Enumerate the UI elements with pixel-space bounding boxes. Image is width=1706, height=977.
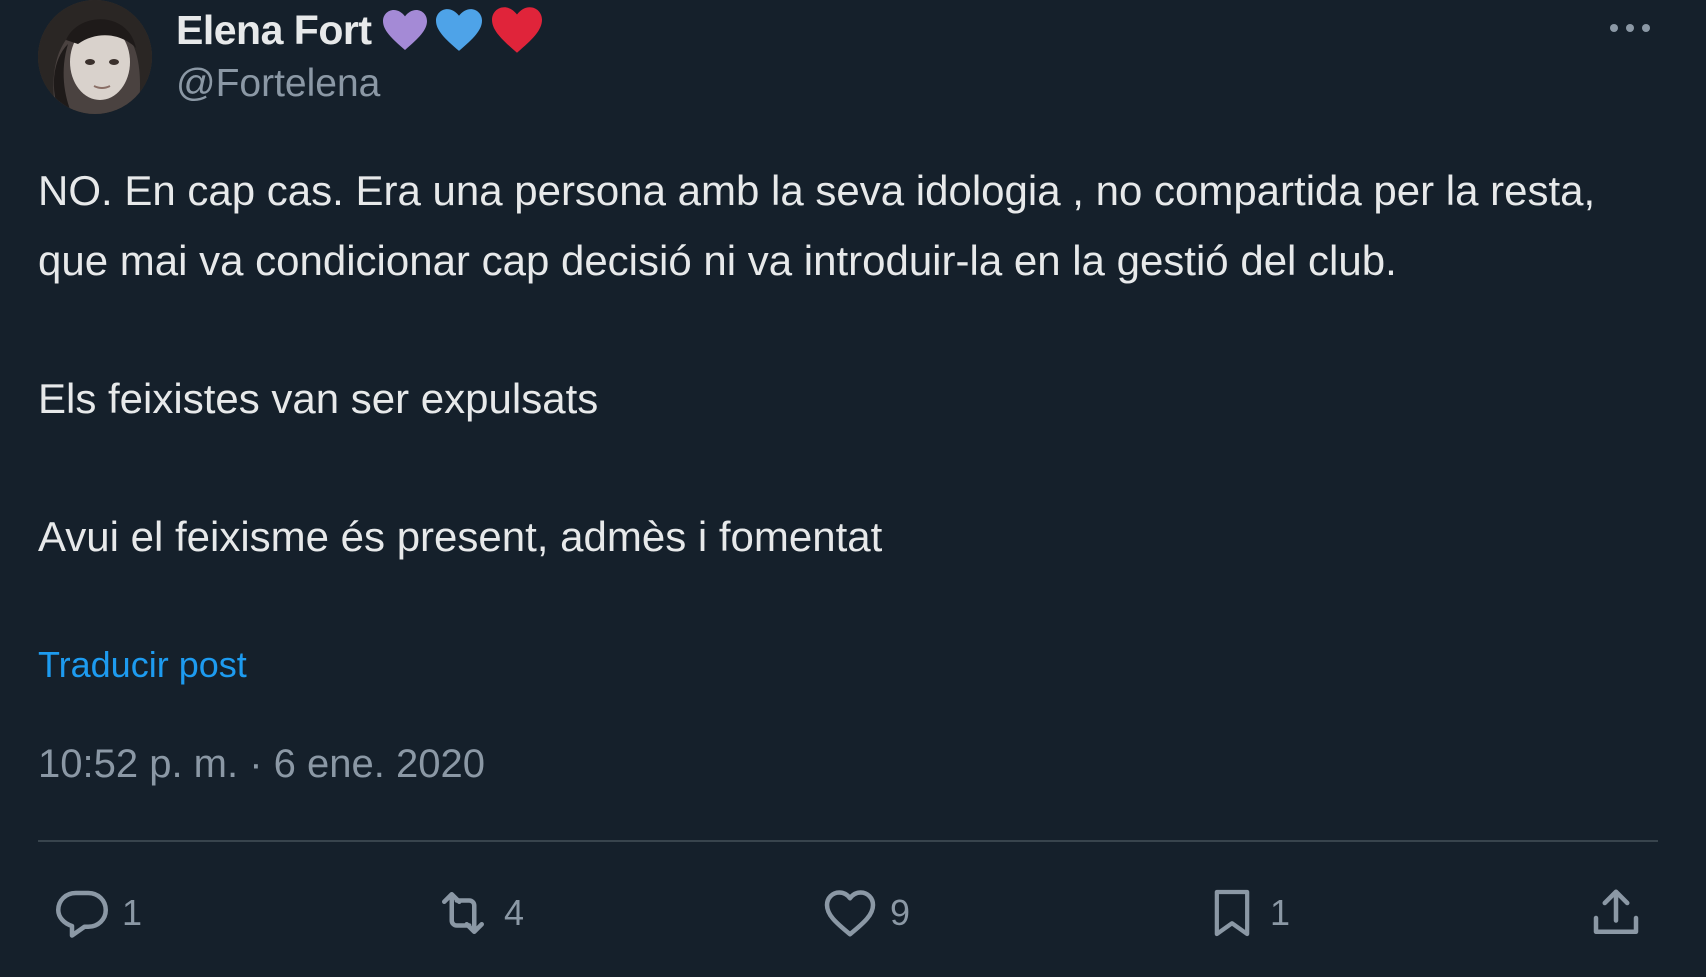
more-icon <box>1608 21 1652 39</box>
post-card: Elena Fort @Fortelena NO. En cap cas. Er… <box>0 0 1706 977</box>
repost-count: 4 <box>504 892 525 933</box>
share-icon <box>1586 883 1646 943</box>
like-button[interactable]: 9 <box>820 878 910 948</box>
divider <box>38 840 1658 842</box>
display-name[interactable]: Elena Fort <box>176 7 372 54</box>
action-bar: 1 4 9 1 <box>0 878 1706 948</box>
name-emojis <box>381 5 545 55</box>
post-timestamp[interactable]: 10:52 p. m. · 6 ene. 2020 <box>38 742 485 787</box>
author-name-row: Elena Fort <box>176 2 545 58</box>
post-paragraph: Els feixistes van ser expulsats <box>38 375 599 422</box>
repost-icon <box>432 883 494 943</box>
avatar[interactable] <box>38 0 152 114</box>
red-heart-icon <box>489 5 545 55</box>
share-button[interactable] <box>1586 878 1646 948</box>
translate-post-link[interactable]: Traducir post <box>38 644 247 686</box>
bookmark-button[interactable]: 1 <box>1204 878 1290 948</box>
author-handle[interactable]: @Fortelena <box>176 62 380 106</box>
more-options-button[interactable] <box>1600 10 1660 50</box>
post-paragraph: Avui el feixisme és present, admès i fom… <box>38 513 883 560</box>
purple-heart-icon <box>381 8 429 52</box>
post-paragraph: NO. En cap cas. Era una persona amb la s… <box>38 167 1596 284</box>
bookmark-count: 1 <box>1270 892 1291 933</box>
like-count: 9 <box>890 892 911 933</box>
heart-icon <box>820 883 880 943</box>
bookmark-icon <box>1204 882 1260 944</box>
repost-button[interactable]: 4 <box>432 878 524 948</box>
reply-button[interactable]: 1 <box>52 878 142 948</box>
reply-count: 1 <box>122 892 143 933</box>
blue-heart-icon <box>433 7 485 53</box>
reply-icon <box>52 883 112 943</box>
post-text: NO. En cap cas. Era una persona amb la s… <box>38 156 1658 572</box>
